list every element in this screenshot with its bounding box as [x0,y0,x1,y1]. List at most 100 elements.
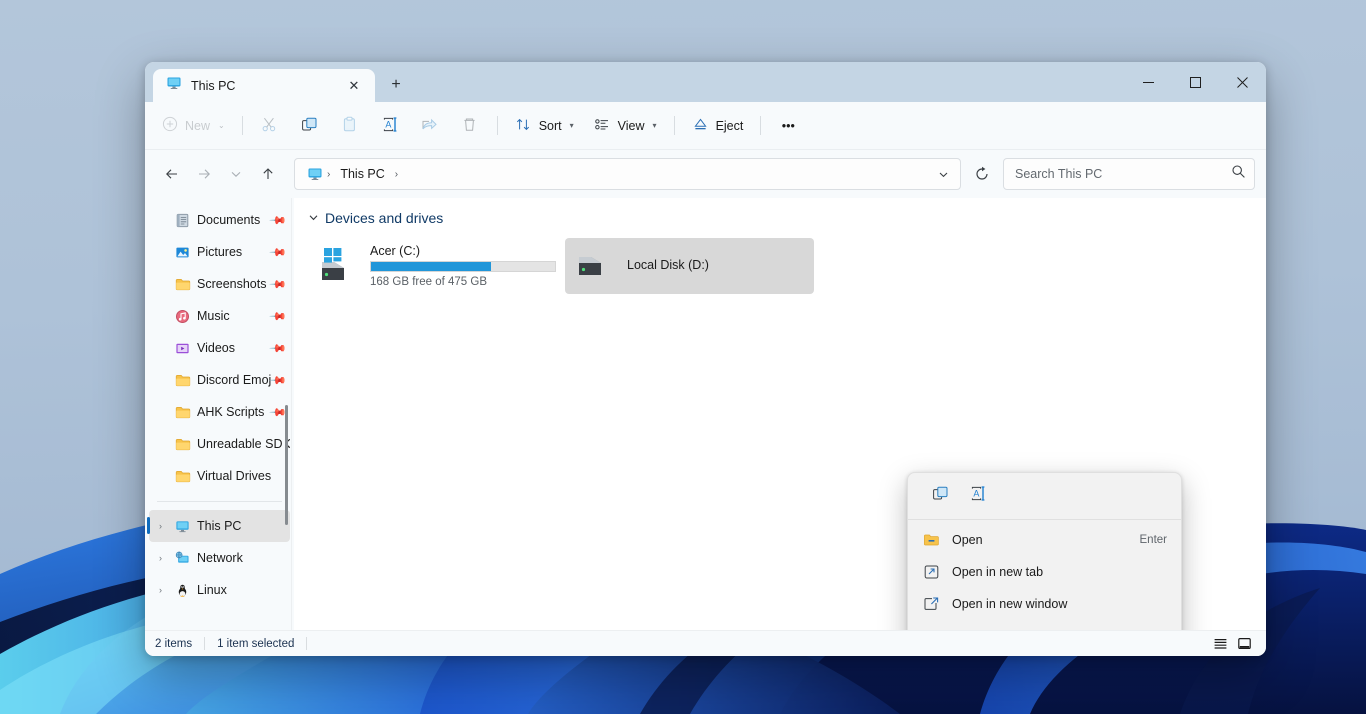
context-menu-item-open-in-new-window[interactable]: Open in new window [912,588,1177,620]
address-bar[interactable]: › This PC › [294,158,961,190]
address-bar-row: › This PC › [145,150,1266,198]
context-menu-label: Open [952,533,983,547]
sidebar-item-videos[interactable]: Videos 📌 [149,332,290,364]
context-menu-quick-actions: A [908,477,1181,519]
monitor-icon [166,75,182,96]
sidebar-item-virtual-drives[interactable]: Virtual Drives [149,460,290,492]
folder-open-icon [922,532,940,548]
drive-name: Local Disk (D:) [627,257,709,272]
context-menu-label: Open in new window [952,597,1068,611]
sidebar-label: This PC [197,519,242,533]
linux-icon [174,583,191,598]
videos-icon [174,341,191,356]
large-icons-view-button[interactable] [1232,633,1256,655]
sidebar-item-linux[interactable]: › Linux [149,574,290,606]
search-input[interactable] [1015,167,1231,181]
copy-button[interactable] [291,110,329,142]
context-menu-item-open[interactable]: Open Enter [912,524,1177,556]
new-button-label: New [185,118,211,133]
context-menu-item-open-in-new-tab[interactable]: Open in new tab [912,556,1177,588]
sidebar-item-ahk-scripts[interactable]: AHK Scripts 📌 [149,396,290,428]
close-tab-button[interactable]: ✕ [343,75,365,97]
scissors-icon [261,116,278,136]
window-body: Documents 📌 Pictures 📌 Screenshots 📌 Mus… [145,198,1266,630]
new-tab-button[interactable]: + [381,70,411,100]
tab-title: This PC [191,78,236,93]
chevron-down-icon: ▾ [652,121,657,130]
sidebar-item-documents[interactable]: Documents 📌 [149,204,290,236]
drive-usage-fill [371,262,491,271]
address-dropdown-button[interactable] [930,161,956,187]
rename-icon: A [381,116,399,136]
breadcrumb-separator: › [327,168,331,180]
eject-label: Eject [715,118,744,133]
minimize-button[interactable] [1125,62,1172,102]
sort-label: Sort [538,118,562,133]
sidebar-section-divider [157,501,282,502]
view-button[interactable]: View ▾ [585,110,666,142]
chevron-right-icon[interactable]: › [153,553,168,563]
sidebar-divider-line [291,198,292,630]
share-icon [421,116,438,136]
back-button[interactable] [156,158,188,190]
paste-button[interactable] [331,110,369,142]
folder-icon [174,469,191,484]
sidebar-item-music[interactable]: Music 📌 [149,300,290,332]
sidebar-item-discord-emoji[interactable]: Discord Emoj 📌 [149,364,290,396]
svg-text:A: A [385,119,391,129]
documents-icon [174,213,191,228]
chevron-down-icon[interactable] [308,212,319,225]
close-window-button[interactable] [1219,62,1266,102]
drive-tile-local-disk-d[interactable]: Local Disk (D:) [565,238,814,294]
chevron-down-icon: ▾ [569,121,574,130]
trash-icon [461,116,478,136]
details-view-button[interactable] [1208,633,1232,655]
group-header-devices-and-drives[interactable]: Devices and drives [308,210,1266,226]
folder-icon [174,405,191,420]
copy-icon [301,116,318,136]
drive-name: Acer (C:) [370,244,420,258]
toolbar-divider-4 [760,116,762,135]
toolbar-divider-3 [673,116,675,135]
folder-icon [174,437,191,452]
recent-locations-button[interactable] [220,158,252,190]
context-menu-accelerator: Enter [1139,534,1168,546]
chevron-right-icon[interactable]: › [153,585,168,595]
see-more-button[interactable]: ••• [769,110,807,142]
drive-tile-acer-c[interactable]: Acer (C:) 168 GB free of 475 GB [308,238,557,294]
sidebar-scrollbar[interactable] [285,405,288,525]
new-button[interactable]: New ⌄ [153,110,234,142]
tab-this-pc[interactable]: This PC ✕ [153,69,375,102]
sidebar-root-list: › This PC › Network › Linux [145,510,294,606]
view-label: View [617,118,645,133]
rename-button[interactable]: A [371,110,409,142]
sidebar-item-screenshots[interactable]: Screenshots 📌 [149,268,290,300]
group-title: Devices and drives [325,210,444,226]
search-box[interactable] [1003,158,1255,190]
up-button[interactable] [252,158,284,190]
refresh-button[interactable] [967,158,997,190]
pictures-icon [174,245,191,260]
sidebar-item-network[interactable]: › Network [149,542,290,574]
sidebar-item-this-pc[interactable]: › This PC [147,510,290,542]
maximize-button[interactable] [1172,62,1219,102]
sidebar-item-pictures[interactable]: Pictures 📌 [149,236,290,268]
clipboard-icon [341,116,358,136]
context-menu-label: Format... [952,629,1155,630]
sort-button[interactable]: Sort ▾ [506,110,583,142]
chevron-right-icon[interactable]: › [153,521,168,531]
share-button[interactable] [411,110,449,142]
eject-button[interactable]: Eject [683,110,753,142]
sidebar-item-unreadable-sd-card[interactable]: Unreadable SD C [149,428,290,460]
rename-action-button[interactable]: A [960,481,996,511]
sort-icon [515,116,532,136]
svg-text:A: A [973,489,979,499]
breadcrumb-this-pc[interactable]: This PC [334,164,390,184]
delete-button[interactable] [451,110,489,142]
cut-button[interactable] [251,110,289,142]
context-menu-item-format[interactable]: Format... [912,620,1177,630]
copy-action-button[interactable] [922,481,958,511]
view-icon [594,116,611,136]
forward-button[interactable] [188,158,220,190]
sidebar-label: Unreadable SD C [197,437,290,451]
